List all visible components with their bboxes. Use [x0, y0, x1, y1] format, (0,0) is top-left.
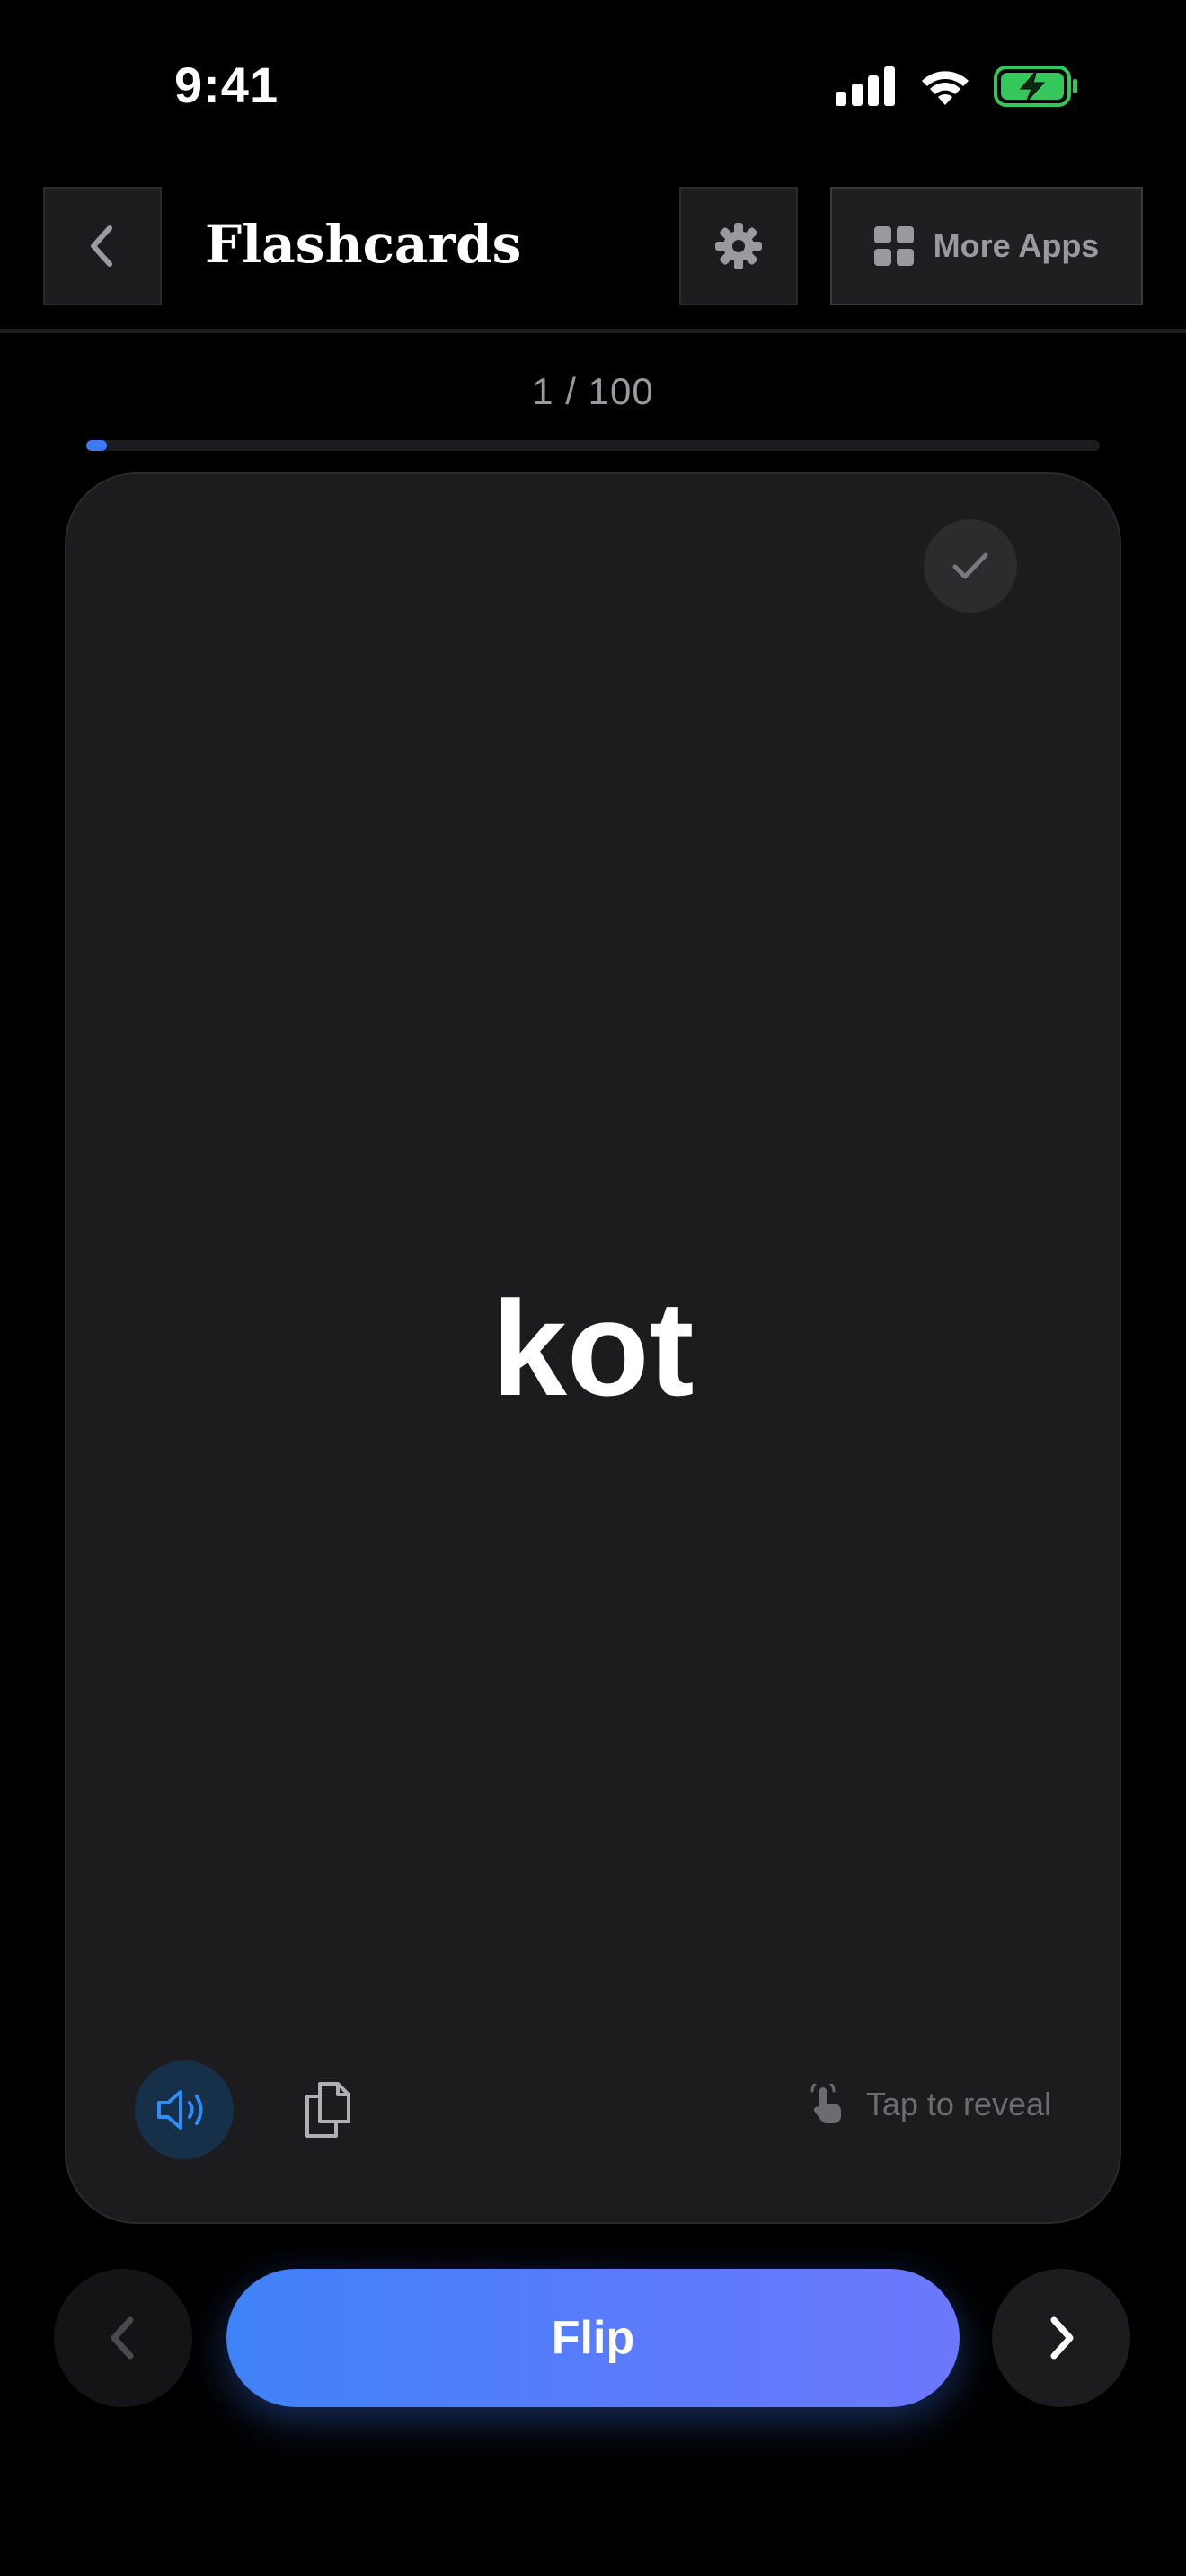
copy-icon — [305, 2082, 350, 2138]
check-icon — [952, 552, 988, 579]
mark-known-button[interactable] — [924, 519, 1017, 613]
progress-bar — [86, 440, 1100, 451]
card-word: kot — [491, 1272, 695, 1424]
previous-card-button[interactable] — [54, 2269, 192, 2407]
more-apps-label: More Apps — [933, 227, 1100, 264]
gear-icon — [715, 223, 762, 269]
status-time: 9:41 — [174, 57, 279, 113]
grid-icon — [873, 226, 914, 266]
battery-charging-icon — [994, 66, 1077, 107]
status-icons — [836, 63, 1078, 110]
app-header: Flashcards More Apps — [0, 187, 1186, 309]
settings-button[interactable] — [679, 187, 798, 305]
flashcard[interactable]: kot Tap to reveal — [65, 472, 1121, 2224]
status-bar: 9:41 — [0, 0, 1186, 171]
tap-hand-icon — [810, 2084, 841, 2123]
more-apps-button[interactable]: More Apps — [830, 187, 1143, 305]
next-card-button[interactable] — [992, 2269, 1130, 2407]
tap-hint-label: Tap to reveal — [865, 2086, 1051, 2122]
back-button[interactable] — [43, 187, 162, 305]
chevron-left-icon — [111, 2316, 134, 2360]
copy-button[interactable] — [279, 2060, 377, 2159]
chevron-left-icon — [91, 225, 112, 267]
wifi-icon — [922, 71, 969, 105]
header-divider — [0, 329, 1186, 333]
card-word-area: kot — [66, 474, 1120, 2222]
speaker-icon — [157, 2090, 203, 2130]
progress-counter: 1 / 100 — [532, 370, 654, 412]
tap-hint: Tap to reveal — [809, 2084, 1051, 2125]
chevron-right-icon — [1050, 2316, 1074, 2360]
flip-button[interactable]: Flip — [226, 2269, 960, 2407]
progress-bar-fill — [86, 440, 107, 451]
signal-icon — [836, 66, 895, 106]
speak-button[interactable] — [135, 2060, 234, 2159]
page-title: Flashcards — [205, 214, 522, 275]
